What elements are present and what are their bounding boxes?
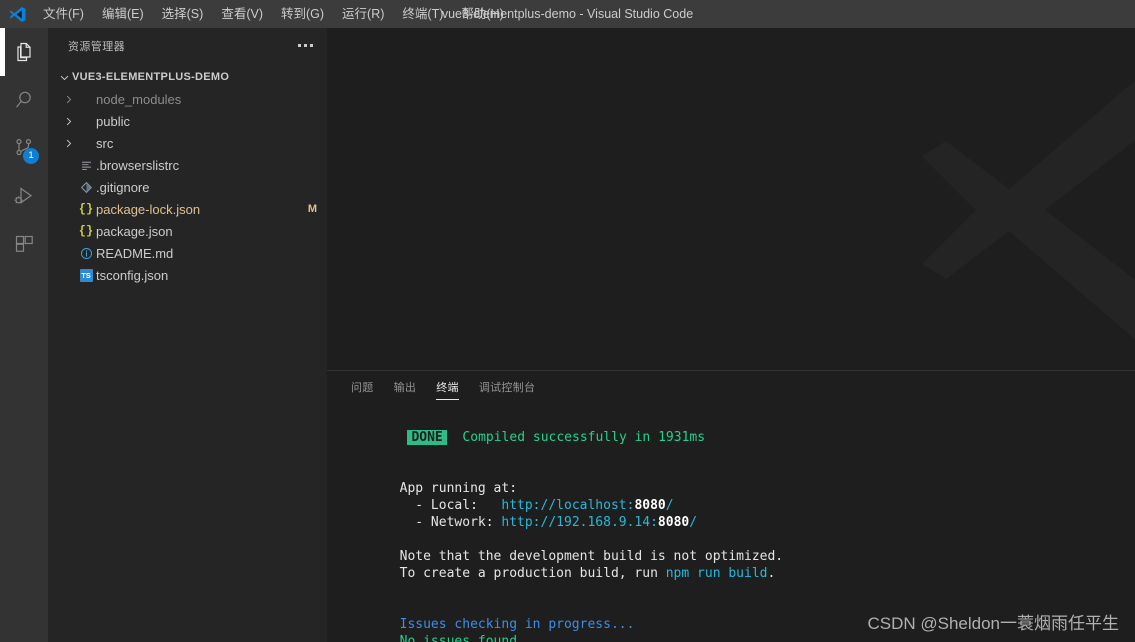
done-badge: DONE [407,430,447,445]
chevron-right-icon [60,116,76,127]
activity-item-source-control[interactable]: 1 [0,124,48,172]
tree-item-public[interactable]: public [48,110,327,132]
tree-item-label: package-lock.json [96,201,201,217]
terminal-output[interactable]: DONE Compiled successfully in 1931ms App… [327,406,1135,642]
json-icon: {} [78,224,94,238]
active-indicator [0,28,5,76]
terminal-line-app-running: App running at: [399,481,518,496]
tab-problems[interactable]: 问题 [341,371,384,406]
menu-bar: 文件(F) 编辑(E) 选择(S) 查看(V) 转到(G) 运行(R) 终端(T… [34,0,513,28]
tree-item-gitignore[interactable]: .gitignore [48,176,327,198]
terminal-line-compiled: DONE Compiled successfully in 1931ms [337,412,1135,445]
tree-item-node_modules[interactable]: node_modules [48,88,327,110]
tree-root-folder[interactable]: VUE3-ELEMENTPLUS-DEMO [48,66,327,88]
network-url-prefix[interactable]: http://192.168.9.14: [501,515,658,530]
activity-item-explorer[interactable] [0,28,48,76]
local-url-suffix[interactable]: / [666,498,674,513]
git-icon [76,181,96,194]
source-control-badge: 1 [23,148,39,164]
files-icon [17,42,31,62]
git-status-badge: M [307,203,317,215]
network-url-suffix[interactable]: / [689,515,697,530]
chevron-down-icon [56,72,72,83]
tree-item-label: .gitignore [96,179,150,195]
tree-item-label: src [96,135,114,151]
activity-bar: 1 [0,28,48,642]
more-actions-icon[interactable] [294,40,317,51]
menu-selection[interactable]: 选择(S) [153,0,213,28]
network-url-port[interactable]: 8080 [658,515,689,530]
tree-item-src[interactable]: src [48,132,327,154]
sidebar-header: 资源管理器 [48,28,327,63]
json-icon: {} [78,202,94,216]
chevron-right-icon [60,138,76,149]
extensions-icon [15,235,33,252]
tree-item-label: tsconfig.json [96,267,169,283]
file-tree: VUE3-ELEMENTPLUS-DEMO node_modules publi… [48,63,327,286]
run-debug-icon [14,187,33,204]
sidebar-explorer: 资源管理器 VUE3-ELEMENTPLUS-DEMO node_modules [48,28,327,642]
tree-item-label: package.json [96,223,173,239]
tree-item-package-json[interactable]: {} package.json [48,220,327,242]
editor-area[interactable] [327,28,1135,370]
tree-root-label: VUE3-ELEMENTPLUS-DEMO [72,71,230,83]
tree-item-label: public [96,113,130,129]
local-url-prefix[interactable]: http://localhost: [501,498,634,513]
title-bar: 文件(F) 编辑(E) 选择(S) 查看(V) 转到(G) 运行(R) 终端(T… [0,0,1135,28]
compiled-message: Compiled successfully in 1931ms [462,430,706,445]
config-list-icon [76,159,96,172]
terminal-line-note: Note that the development build is not o… [399,549,784,564]
tree-item-browserslistrc[interactable]: .browserslistrc [48,154,327,176]
tree-item-tsconfig-json[interactable]: TS tsconfig.json [48,264,327,286]
menu-help[interactable]: 帮助(H) [452,0,512,28]
menu-terminal[interactable]: 终端(T) [393,0,452,28]
menu-edit[interactable]: 编辑(E) [93,0,153,28]
terminal-line-issues-checking: Issues checking in progress... [399,617,635,632]
tree-item-label: .browserslistrc [96,157,180,173]
activity-item-search[interactable] [0,76,48,124]
info-icon [76,247,96,260]
tab-terminal[interactable]: 终端 [426,371,469,406]
tab-output[interactable]: 输出 [384,371,427,406]
menu-run[interactable]: 运行(R) [333,0,393,28]
production-command: npm run build [665,566,768,581]
activity-item-extensions[interactable] [0,220,48,268]
menu-view[interactable]: 查看(V) [212,0,272,28]
panel-tab-bar: 问题 输出 终端 调试控制台 [327,371,1135,406]
activity-item-run-and-debug[interactable] [0,172,48,220]
chevron-right-icon [60,94,76,105]
tab-debug-console[interactable]: 调试控制台 [469,371,546,406]
tree-item-package-lock-json[interactable]: {} package-lock.json M [48,198,327,220]
tree-item-label: node_modules [96,91,182,107]
tree-item-readme-md[interactable]: README.md [48,242,327,264]
menu-file[interactable]: 文件(F) [34,0,93,28]
menu-go[interactable]: 转到(G) [272,0,333,28]
vscode-logo-icon [0,0,34,28]
search-icon [16,91,31,108]
vscode-logo-watermark-icon [913,60,1135,365]
typescript-icon: TS [79,268,93,282]
vscode-window: 文件(F) 编辑(E) 选择(S) 查看(V) 转到(G) 运行(R) 终端(T… [0,0,1135,642]
bottom-panel: 问题 输出 终端 调试控制台 DONE Compiled successfull… [327,370,1135,642]
sidebar-title: 资源管理器 [68,40,125,53]
tree-item-label: README.md [96,245,174,261]
local-url-port[interactable]: 8080 [634,498,665,513]
